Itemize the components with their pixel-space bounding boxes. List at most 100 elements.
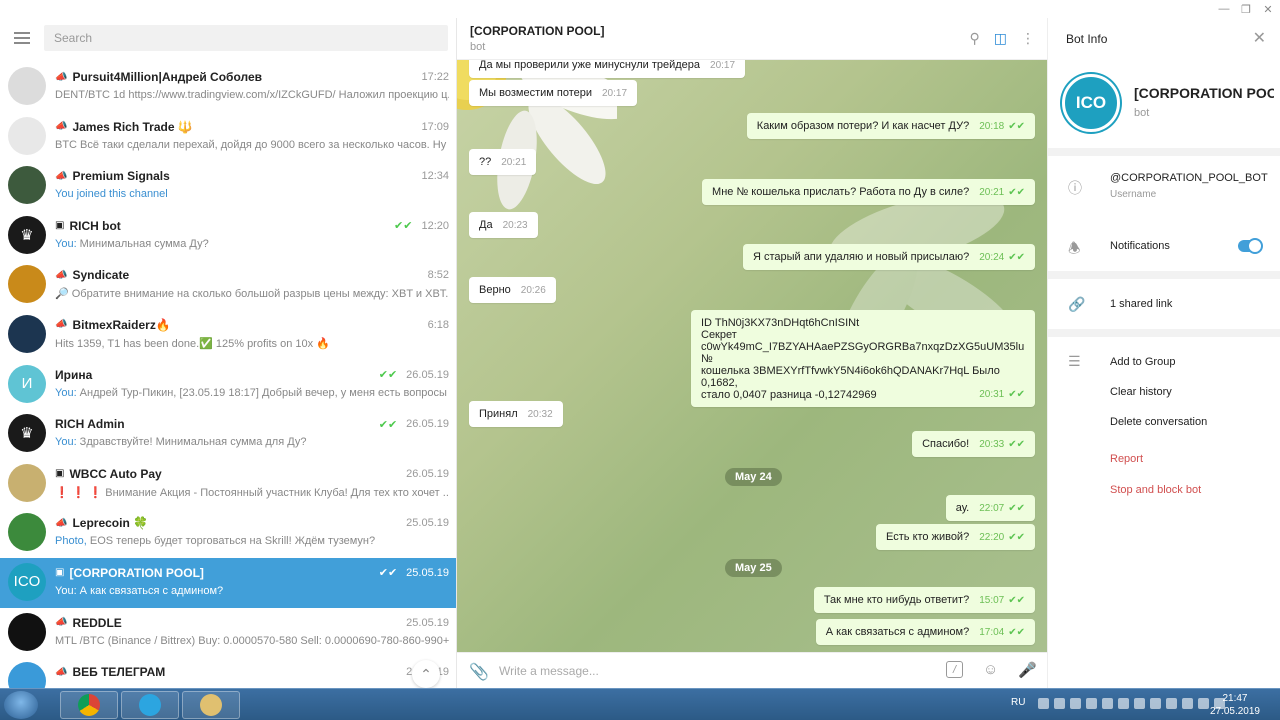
- chat-item[interactable]: И Ирина ✔✔ 26.05.19 You: Андрей Тур-Пикин, […: [0, 360, 456, 410]
- chat-item[interactable]: ♛ ▣ RICH bot ✔✔ 12:20 You: Минимальная сумма …: [0, 211, 456, 261]
- read-checks-icon: ✔✔: [378, 567, 398, 580]
- chat-item[interactable]: 📣 BitmexRaiderz🔥 6:18 Hits 1359, T1 has bee…: [0, 310, 456, 360]
- message-time: 20:21: [501, 157, 527, 168]
- outgoing-message[interactable]: А как связаться с админом? 17:04 ✔✔: [815, 619, 1035, 645]
- message-text: А как связаться с админом?: [825, 626, 970, 638]
- chat-preview: BTC Всё таки сделали перехай, дойдя до 9…: [55, 138, 449, 151]
- chat-item[interactable]: 📣 Syndicate 8:52 🔎 Обратите внимание на ско…: [0, 260, 456, 310]
- taskbar-telegram[interactable]: [121, 691, 179, 719]
- delete-conversation-button[interactable]: Delete conversation: [1110, 416, 1207, 428]
- chat-list: 📣 Pursuit4Million|Андрей Соболев 17:22 DENT…: [0, 58, 456, 688]
- chat-name: WBCC Auto Pay: [69, 466, 162, 481]
- message-time: 22:20: [979, 532, 1005, 543]
- bot-avatar[interactable]: ICO: [1062, 74, 1120, 132]
- bot-commands-icon[interactable]: /: [945, 661, 963, 678]
- windows-taskbar: RU 21:47 27.05.2019: [0, 688, 1280, 720]
- outgoing-message[interactable]: Я старый апи удаляю и новый присылаю? 20:…: [742, 244, 1035, 270]
- taskbar-paint[interactable]: [182, 691, 240, 719]
- sidebar-toggle-icon[interactable]: ◫: [994, 30, 1007, 47]
- shared-links-item[interactable]: 1 shared link: [1110, 298, 1172, 310]
- taskbar-chrome[interactable]: [60, 691, 118, 719]
- chat-preview-prefix: You:: [55, 237, 77, 250]
- add-to-group-button[interactable]: Add to Group: [1110, 356, 1175, 368]
- outgoing-message[interactable]: Так мне кто нибудь ответит? 15:07 ✔✔: [813, 587, 1035, 613]
- conversation-title[interactable]: [CORPORATION POOL]: [470, 24, 604, 38]
- microphone-icon[interactable]: 🎤: [1018, 661, 1037, 679]
- read-checks-icon: ✔✔: [1008, 187, 1025, 198]
- chat-preview: Здравствуйте! Минимальная сумма для Ду?: [76, 436, 307, 449]
- chat-item[interactable]: 📣 James Rich Trade 🔱 17:09 BTC Всё таки сде…: [0, 112, 456, 162]
- avatar: [8, 463, 46, 502]
- attach-icon[interactable]: 📎: [469, 662, 489, 682]
- minimize-icon[interactable]: —: [1218, 3, 1230, 15]
- chat-time: 8:52: [427, 269, 449, 282]
- chat-name: Premium Signals: [72, 169, 170, 184]
- outgoing-message[interactable]: Мне № кошелька прислать? Работа по Ду в …: [702, 179, 1035, 205]
- notifications-toggle[interactable]: [1238, 238, 1263, 254]
- chat-preview: Андрей Тур-Пикин, [23.05.19 18:17] Добры…: [76, 386, 449, 399]
- clear-history-button[interactable]: Clear history: [1110, 386, 1172, 398]
- outgoing-message[interactable]: Каким образом потери? И как насчет ДУ? 20…: [746, 113, 1035, 139]
- scroll-up-button[interactable]: ⌃: [412, 660, 440, 688]
- more-icon[interactable]: ⋮: [1021, 30, 1035, 47]
- chat-item[interactable]: ♛ RICH Admin ✔✔ 26.05.19 You: Здравствуйте! …: [0, 409, 456, 459]
- chat-item[interactable]: 📣 Leprecoin 🍀 25.05.19 Photo, EOS теперь бу…: [0, 508, 456, 558]
- chat-time: 25.05.19: [406, 517, 449, 530]
- incoming-message[interactable]: Принял 20:32: [469, 401, 563, 427]
- info-icon: ⓘ: [1068, 180, 1082, 196]
- search-icon[interactable]: ⚲: [970, 30, 980, 47]
- menu-icon[interactable]: [14, 32, 30, 44]
- chat-preview-prefix: You:: [55, 436, 77, 449]
- chat-item[interactable]: 📣 Premium Signals 12:34 You joined this cha…: [0, 161, 456, 211]
- message-time: 20:31: [979, 389, 1005, 400]
- chat-time: 26.05.19: [406, 368, 449, 381]
- maximize-icon[interactable]: ❐: [1240, 3, 1252, 16]
- close-icon[interactable]: ✕: [1253, 28, 1266, 48]
- incoming-message[interactable]: Мы возместим потери 20:17: [469, 80, 638, 106]
- info-title: Bot Info: [1066, 32, 1108, 46]
- message-input[interactable]: Write a message...: [499, 664, 599, 678]
- chat-name: RICH bot: [69, 218, 121, 233]
- incoming-message[interactable]: Верно 20:26: [469, 277, 556, 303]
- report-button[interactable]: Report: [1110, 453, 1143, 465]
- chat-item[interactable]: 📣ВЕБ ТЕЛЕГРАМ24.05.19: [0, 657, 456, 688]
- chat-item[interactable]: ▣ WBCC Auto Pay 26.05.19 ❗ ❗ ❗ Внимание Акц…: [0, 459, 456, 509]
- outgoing-message[interactable]: Есть кто живой? 22:20 ✔✔: [876, 524, 1035, 550]
- bot-info-panel: Bot Info ✕ ICO [CORPORATION POOL] bot ⓘ …: [1047, 18, 1280, 688]
- bot-name: [CORPORATION POOL]: [1134, 85, 1274, 101]
- chat-name: [CORPORATION POOL]: [69, 565, 204, 580]
- language-indicator[interactable]: RU: [1011, 697, 1025, 708]
- emoji-icon[interactable]: ☺: [983, 661, 998, 679]
- message-time: 20:17: [710, 60, 736, 71]
- avatar: ♛: [8, 414, 46, 453]
- read-checks-icon: ✔✔: [394, 220, 413, 233]
- chat-name: REDDLE: [72, 615, 122, 630]
- read-checks-icon: ✔✔: [1008, 439, 1025, 450]
- clock-date: 27.05.2019: [1209, 706, 1260, 717]
- chat-item[interactable]: 📣 REDDLE 25.05.19 MTL /BTC (Binance / Bittr…: [0, 608, 456, 658]
- chat-item[interactable]: 📣 Pursuit4Million|Андрей Соболев 17:22 DENT…: [0, 62, 456, 112]
- start-button[interactable]: [4, 691, 38, 719]
- chat-preview-prefix: Photo,: [55, 535, 87, 548]
- chat-preview: Минимальная сумма Ду?: [76, 237, 209, 250]
- chat-preview: Hits 1359, T1 has been done.✅ 125% profi…: [55, 337, 330, 350]
- avatar: [8, 612, 46, 651]
- outgoing-message[interactable]: ау. 22:07 ✔✔: [945, 495, 1035, 521]
- incoming-message[interactable]: Да мы проверили уже минуснули трейдера 20…: [469, 60, 746, 78]
- username-value[interactable]: @CORPORATION_POOL_BOT: [1110, 172, 1268, 184]
- taskbar-clock[interactable]: 21:47 27.05.2019: [1210, 692, 1260, 718]
- outgoing-message[interactable]: ID ThN0j3KX73nDHqt6hCnISINt Секрет c0wYk…: [691, 310, 1035, 407]
- bot-icon: ▣: [55, 468, 65, 480]
- outgoing-message[interactable]: Спасибо! 20:33 ✔✔: [912, 431, 1035, 457]
- search-input[interactable]: Search: [44, 25, 448, 51]
- message-text: Спасибо!: [922, 438, 970, 450]
- incoming-message[interactable]: Да 20:23: [469, 212, 538, 238]
- avatar: И: [8, 364, 46, 403]
- message-text: Я старый апи удаляю и новый присылаю?: [752, 251, 970, 263]
- chat-item[interactable]: ICO ▣ [CORPORATION POOL] ✔✔ 25.05.19 You: А к…: [0, 557, 456, 608]
- stop-block-bot-button[interactable]: Stop and block bot: [1110, 484, 1201, 496]
- divider: [1048, 271, 1280, 279]
- close-window-icon[interactable]: ✕: [1262, 3, 1274, 16]
- incoming-message[interactable]: ?? 20:21: [469, 149, 537, 175]
- avatar: [8, 662, 46, 688]
